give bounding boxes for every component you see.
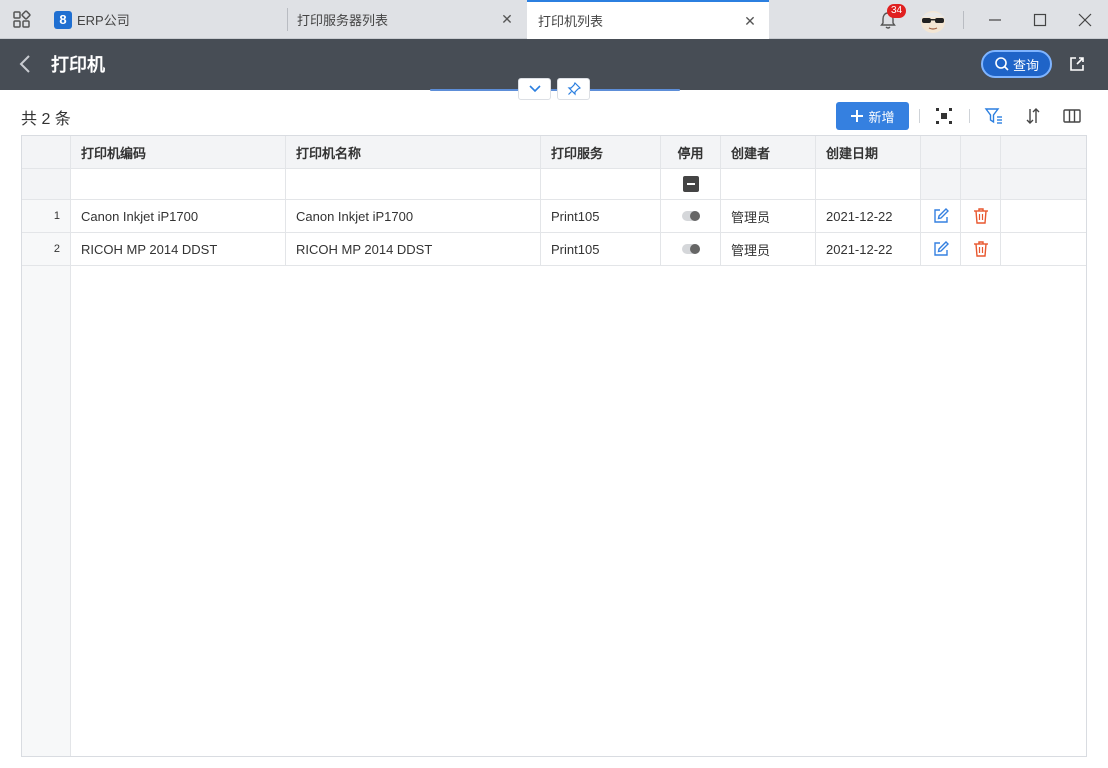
filter-date-input[interactable] (816, 169, 921, 199)
query-label: 查询 (1012, 57, 1039, 73)
tab-erp-company[interactable]: 8 ERP公司 (48, 0, 288, 39)
printer-code: Canon Inkjet iP1700 (71, 200, 286, 232)
pin-button[interactable] (557, 78, 590, 100)
search-icon (995, 57, 1009, 71)
avatar[interactable] (918, 8, 948, 34)
row-number-column (22, 266, 71, 756)
apps-grid-icon[interactable] (12, 10, 32, 30)
delete-icon[interactable] (972, 240, 990, 258)
filter-row (22, 169, 1086, 200)
column-header[interactable]: 打印服务 (541, 136, 661, 168)
tab-printer-list[interactable]: 打印机列表 ✕ (527, 0, 769, 39)
filter-name-input[interactable] (286, 169, 541, 199)
plus-icon (851, 110, 864, 122)
record-count: 共 2 条 (21, 111, 71, 128)
columns-icon[interactable] (1062, 106, 1082, 126)
row-number: 1 (22, 200, 71, 232)
tab-label: 打印机列表 (538, 14, 604, 29)
creator: 管理员 (721, 200, 816, 232)
minimize-icon[interactable] (985, 10, 1005, 30)
tab-label: 打印服务器列表 (297, 13, 389, 28)
add-button[interactable]: 新增 (836, 102, 909, 130)
notification-badge: 34 (887, 4, 907, 18)
column-header[interactable]: 创建日期 (816, 136, 921, 168)
column-header[interactable]: 打印机名称 (286, 136, 541, 168)
filter-disabled-checkbox[interactable] (661, 169, 721, 199)
filter-code-input[interactable] (71, 169, 286, 199)
query-button[interactable]: 查询 (981, 50, 1052, 78)
table-row[interactable]: 2 RICOH MP 2014 DDST RICOH MP 2014 DDST … (22, 233, 1086, 266)
disabled-toggle[interactable] (681, 244, 700, 254)
maximize-icon[interactable] (1030, 10, 1050, 30)
indeterminate-checkbox-icon[interactable] (682, 176, 699, 192)
print-service: Print105 (541, 233, 661, 265)
tab-label: ERP公司 (77, 13, 130, 28)
table-row[interactable]: 1 Canon Inkjet iP1700 Canon Inkjet iP170… (22, 200, 1086, 233)
column-header[interactable]: 创建者 (721, 136, 816, 168)
filter-icon[interactable] (984, 106, 1004, 126)
page-header: 打印机 查询 (0, 39, 1108, 90)
tab-print-server-list[interactable]: 打印服务器列表 ✕ (288, 0, 526, 39)
close-icon[interactable]: ✕ (743, 14, 757, 28)
sort-icon[interactable] (1023, 106, 1043, 126)
printer-name: RICOH MP 2014 DDST (286, 233, 541, 265)
row-number: 2 (22, 233, 71, 265)
printer-code: RICOH MP 2014 DDST (71, 233, 286, 265)
column-header[interactable]: 打印机编码 (71, 136, 286, 168)
delete-icon[interactable] (972, 207, 990, 225)
edit-icon[interactable] (932, 207, 950, 225)
created-date: 2021-12-22 (816, 200, 921, 232)
tab-bar: 8 ERP公司 打印服务器列表 ✕ 打印机列表 ✕ 34 (0, 0, 1108, 39)
pin-icon (567, 82, 581, 96)
created-date: 2021-12-22 (816, 233, 921, 265)
print-service: Print105 (541, 200, 661, 232)
page-title: 打印机 (51, 55, 105, 75)
export-icon[interactable] (1067, 54, 1087, 74)
fullscreen-icon[interactable] (934, 106, 954, 126)
column-header[interactable]: 停用 (661, 136, 721, 168)
creator: 管理员 (721, 233, 816, 265)
printer-table: 打印机编码 打印机名称 打印服务 停用 创建者 创建日期 1 Canon Ink… (21, 135, 1087, 757)
chevron-down-icon (528, 85, 541, 93)
printer-name: Canon Inkjet iP1700 (286, 200, 541, 232)
collapse-button[interactable] (518, 78, 551, 100)
close-window-icon[interactable] (1075, 10, 1095, 30)
filter-creator-input[interactable] (721, 169, 816, 199)
table-header: 打印机编码 打印机名称 打印服务 停用 创建者 创建日期 (22, 136, 1086, 169)
disabled-toggle[interactable] (681, 211, 700, 221)
add-label: 新增 (868, 109, 895, 125)
edit-icon[interactable] (932, 240, 950, 258)
erp-logo-icon: 8 (54, 10, 72, 29)
back-icon[interactable] (16, 53, 36, 75)
header-divider (430, 89, 680, 91)
close-icon[interactable]: ✕ (500, 12, 514, 26)
filter-service-input[interactable] (541, 169, 661, 199)
